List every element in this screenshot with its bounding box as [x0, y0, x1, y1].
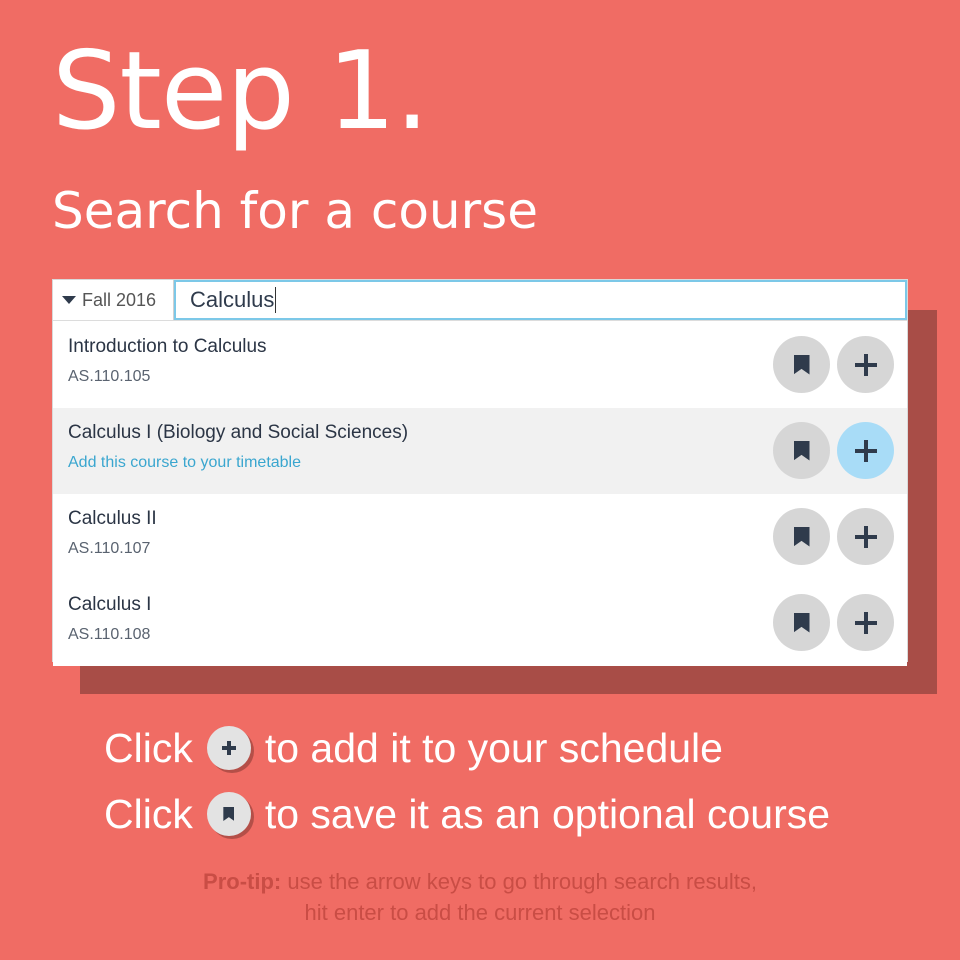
search-bar: Fall 2016 Calculus: [53, 280, 907, 321]
add-button-illustration: [206, 726, 251, 770]
bookmark-icon: [793, 354, 810, 375]
step-title: Step 1.: [52, 29, 429, 154]
instruction-text: to save it as an optional course: [264, 790, 831, 837]
step-subtitle: Search for a course: [52, 182, 538, 240]
course-title: Calculus II: [68, 508, 157, 529]
course-code: AS.110.108: [68, 626, 151, 643]
add-course-button[interactable]: [837, 508, 894, 565]
save-course-button[interactable]: [773, 422, 830, 479]
pro-tip: Pro-tip: use the arrow keys to go throug…: [0, 866, 960, 928]
course-title: Introduction to Calculus: [68, 336, 267, 357]
plus-icon: [854, 439, 877, 462]
search-panel: Fall 2016 Calculus Introduction to Calcu…: [52, 279, 908, 666]
bookmark-icon: [793, 612, 810, 633]
plus-icon: [221, 741, 236, 755]
term-label: Fall 2016: [82, 289, 157, 310]
save-course-button[interactable]: [773, 594, 830, 651]
search-input[interactable]: Calculus: [174, 280, 907, 320]
course-title: Calculus I: [68, 594, 152, 615]
search-results: Introduction to Calculus AS.110.105 Calc…: [53, 322, 907, 666]
course-title: Calculus I (Biology and Social Sciences): [68, 422, 409, 443]
course-code: AS.110.107: [68, 540, 151, 557]
instruction-save: Click to save it as an optional course: [104, 792, 830, 836]
plus-icon: [854, 525, 877, 548]
save-course-button[interactable]: [773, 508, 830, 565]
add-course-button[interactable]: [837, 422, 894, 479]
bookmark-icon: [223, 807, 235, 821]
bookmark-icon: [793, 526, 810, 547]
save-course-button[interactable]: [773, 336, 830, 393]
pro-tip-line2: hit enter to add the current selection: [304, 900, 656, 925]
bookmark-icon: [793, 440, 810, 461]
search-query: Calculus: [190, 287, 275, 312]
save-button-illustration: [206, 792, 251, 836]
add-course-hint: Add this course to your timetable: [68, 454, 302, 471]
instruction-prefix: Click: [104, 790, 193, 837]
result-row[interactable]: Calculus II AS.110.107: [53, 494, 907, 580]
result-row[interactable]: Introduction to Calculus AS.110.105: [53, 322, 907, 408]
instruction-prefix: Click: [104, 724, 193, 771]
course-code: AS.110.105: [68, 368, 151, 385]
term-select[interactable]: Fall 2016: [53, 280, 174, 320]
instruction-text: to add it to your schedule: [264, 724, 723, 771]
add-course-button[interactable]: [837, 336, 894, 393]
instruction-add: Click to add it to your schedule: [104, 726, 723, 770]
pro-tip-label: Pro-tip:: [203, 869, 282, 894]
plus-icon: [854, 611, 877, 634]
pro-tip-line1: use the arrow keys to go through search …: [287, 869, 757, 894]
result-row-active[interactable]: Calculus I (Biology and Social Sciences)…: [53, 408, 907, 494]
add-course-button[interactable]: [837, 594, 894, 651]
plus-icon: [854, 353, 877, 376]
text-cursor: [275, 287, 277, 313]
result-row[interactable]: Calculus I AS.110.108: [53, 580, 907, 666]
caret-down-icon: [62, 296, 76, 304]
